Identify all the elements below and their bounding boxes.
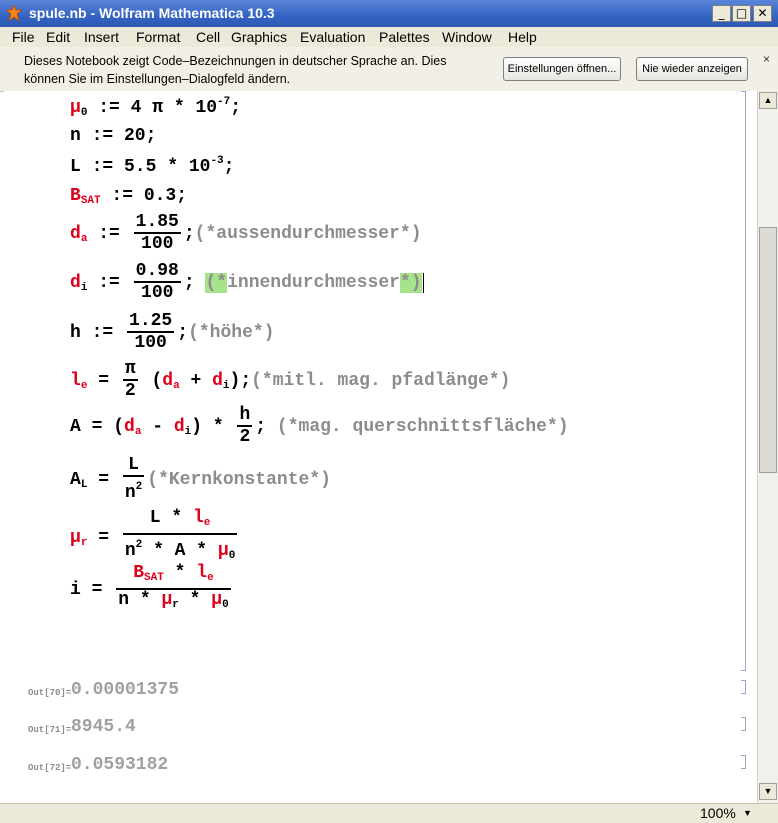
output-value[interactable]: 8945.4 xyxy=(71,717,136,737)
menu-palettes[interactable]: Palettes xyxy=(379,27,430,47)
input-da[interactable]: da := 1.85 100 ;(*aussendurchmesser*) xyxy=(70,212,422,254)
fraction: 1.85 100 xyxy=(133,212,181,254)
minimize-icon[interactable]: _ xyxy=(712,5,731,22)
input-cell-bracket[interactable] xyxy=(741,91,746,671)
fraction: BSAT * le n * μr * μ0 xyxy=(116,563,231,611)
close-notice-icon[interactable]: × xyxy=(763,52,770,66)
text-cursor xyxy=(422,272,424,293)
fraction: h2 xyxy=(237,405,253,447)
zoom-level[interactable]: 100% xyxy=(700,805,736,821)
window-title: spule.nb - Wolfram Mathematica 10.3 xyxy=(29,5,275,21)
input-A[interactable]: A = (da - di) * h 2; (*mag. querschnittsf… xyxy=(70,405,569,447)
input-mur[interactable]: μr = L * le n2 * A * μ0 xyxy=(70,508,240,566)
fraction: 0.98 100 xyxy=(133,261,181,303)
input-bsat[interactable]: BSAT := 0.3; xyxy=(70,186,187,207)
input-i[interactable]: i = BSAT * le n * μr * μ0 xyxy=(70,563,234,615)
menu-window[interactable]: Window xyxy=(442,27,492,47)
notebook-content[interactable]: μ0 := 4 π * 10-7; n := 20; L := 5.5 * 10… xyxy=(4,91,757,803)
zoom-dropdown-icon[interactable]: ▼ xyxy=(743,808,752,818)
output-cell-bracket[interactable] xyxy=(741,680,746,694)
notice-line-1: Dieses Notebook zeigt Code–Bezeichnungen… xyxy=(24,54,447,68)
comment: (*höhe*) xyxy=(188,322,275,343)
maximize-icon[interactable]: □ xyxy=(732,5,751,22)
input-AL[interactable]: AL = Ln2 (*Kernkonstante*) xyxy=(70,455,331,503)
output-cell-bracket[interactable] xyxy=(741,717,746,731)
input-n[interactable]: n := 20; xyxy=(70,126,156,146)
output-cell-bracket[interactable] xyxy=(741,755,746,769)
scroll-up-icon[interactable]: ▲ xyxy=(759,92,777,109)
fraction: 1.25 100 xyxy=(127,311,175,353)
menu-cell[interactable]: Cell xyxy=(196,27,220,47)
menu-help[interactable]: Help xyxy=(508,27,537,47)
comment: (*aussendurchmesser*) xyxy=(194,223,422,244)
comment: (*Kernkonstante*) xyxy=(147,469,331,490)
scrollbar-thumb[interactable] xyxy=(759,227,777,473)
fraction: Ln2 xyxy=(122,455,145,503)
never-show-again-button[interactable]: Nie wieder anzeigen xyxy=(636,57,748,81)
fraction: π2 xyxy=(122,359,138,401)
input-h[interactable]: h := 1.25 100 ;(*höhe*) xyxy=(70,311,274,353)
language-notice-bar: Dieses Notebook zeigt Code–Bezeichnungen… xyxy=(0,47,778,92)
output-value[interactable]: 0.00001375 xyxy=(71,680,179,700)
notice-line-2: können Sie im Einstellungen–Dialogfeld ä… xyxy=(24,72,291,86)
menu-insert[interactable]: Insert xyxy=(84,27,119,47)
input-mu0[interactable]: μ0 := 4 π * 10-7; xyxy=(70,96,241,119)
menu-evaluation[interactable]: Evaluation xyxy=(300,27,365,47)
input-L[interactable]: L := 5.5 * 10-3; xyxy=(70,155,234,177)
input-le[interactable]: le = π2 (da + di);(*mitl. mag. pfadlänge… xyxy=(70,359,510,401)
output-label: Out[70]= xyxy=(28,688,72,698)
comment: innendurchmesser xyxy=(227,272,400,293)
output-label: Out[71]= xyxy=(28,725,72,735)
vertical-scrollbar[interactable]: ▲ ▼ xyxy=(757,91,778,803)
menu-file[interactable]: File xyxy=(12,27,35,47)
notice-message: Dieses Notebook zeigt Code–Bezeichnungen… xyxy=(24,52,494,88)
input-di[interactable]: di := 0.98 100; (*innendurchmesser*) xyxy=(70,261,424,303)
title-bar: spule.nb - Wolfram Mathematica 10.3 _ □ … xyxy=(0,0,778,27)
status-bar: 100% ▼ xyxy=(0,803,778,823)
open-settings-button[interactable]: Einstellungen öffnen... xyxy=(503,57,621,81)
mathematica-star-icon xyxy=(6,5,22,21)
fraction: L * le n2 * A * μ0 xyxy=(122,508,238,562)
output-label: Out[72]= xyxy=(28,763,72,773)
menu-bar: File Edit Insert Format Cell Graphics Ev… xyxy=(0,27,778,47)
comment-open-highlight: (* xyxy=(205,272,228,293)
close-icon[interactable]: ✕ xyxy=(753,5,772,22)
menu-graphics[interactable]: Graphics xyxy=(231,27,287,47)
comment: (*mitl. mag. pfadlänge*) xyxy=(251,370,511,391)
scroll-down-icon[interactable]: ▼ xyxy=(759,783,777,800)
output-value[interactable]: 0.0593182 xyxy=(71,755,168,775)
menu-edit[interactable]: Edit xyxy=(46,27,70,47)
menu-format[interactable]: Format xyxy=(136,27,180,47)
comment: (*mag. querschnittsfläche*) xyxy=(266,416,569,437)
comment-close-highlight: *) xyxy=(399,272,422,293)
